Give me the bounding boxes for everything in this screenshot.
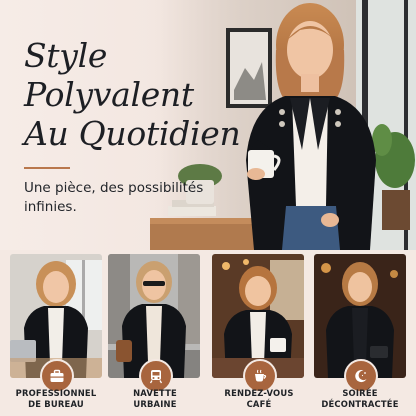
label-office-line-1: PROFESSIONNEL xyxy=(15,388,97,398)
label-office: PROFESSIONNEL DE BUREAU xyxy=(4,388,108,410)
label-commute: NAVETTE URBAINE xyxy=(103,388,207,410)
tram-icon xyxy=(149,370,163,384)
moon-stars-icon xyxy=(355,370,367,383)
headline-line-2: Polyvalent xyxy=(24,75,194,114)
label-commute-line-2: URBAINE xyxy=(133,399,177,409)
label-cafe-line-1: RENDEZ-VOUS xyxy=(224,388,294,398)
hero-text-block: Style Polyvalent Au Quotidien Une pièce,… xyxy=(24,36,254,217)
headline-line-1: Style xyxy=(24,36,108,75)
label-cafe: RENDEZ-VOUS CAFÉ xyxy=(207,388,311,410)
coffee-cup-icon xyxy=(255,369,267,382)
tagline: Une pièce, des possibilités infinies. xyxy=(24,180,204,215)
label-commute-line-1: NAVETTE xyxy=(133,388,177,398)
style-panels: PROFESSIONNEL DE BUREAU NAVETTE URBAINE … xyxy=(0,250,416,416)
label-evening-line-2: DÉCONTRACTÉE xyxy=(321,399,399,409)
headline-line-3: Au Quotidien xyxy=(24,114,241,153)
label-evening: SOIRÉE DÉCONTRACTÉE xyxy=(308,388,412,410)
headline: Style Polyvalent Au Quotidien xyxy=(24,36,254,153)
label-cafe-line-2: CAFÉ xyxy=(246,399,272,409)
hero-banner: Style Polyvalent Au Quotidien Une pièce,… xyxy=(0,0,416,250)
product-infographic: Style Polyvalent Au Quotidien Une pièce,… xyxy=(0,0,416,416)
accent-divider xyxy=(24,167,70,169)
label-evening-line-1: SOIRÉE xyxy=(342,388,378,398)
briefcase-icon xyxy=(50,369,64,382)
label-office-line-2: DE BUREAU xyxy=(28,399,84,409)
